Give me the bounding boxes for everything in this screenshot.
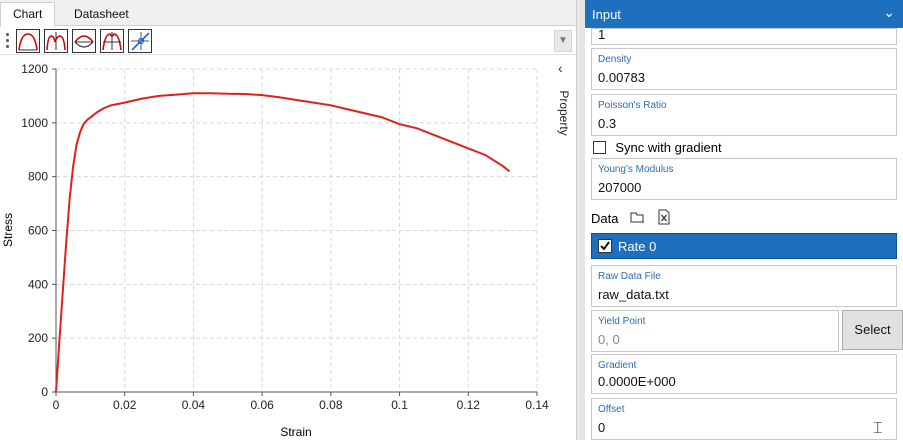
x-tick-label: 0.02 — [113, 398, 137, 412]
yield-point-placeholder: 0, 0 — [598, 332, 620, 347]
app-window: Chart Datasheet ▼ 0 0.02 0.04 0.06 0.08 … — [0, 0, 903, 440]
tab-datasheet[interactable]: Datasheet — [62, 3, 141, 26]
raw-data-file-value: raw_data.txt — [598, 287, 669, 302]
yield-point-field[interactable]: Yield Point 0, 0 — [591, 310, 839, 352]
y-tick-label: 600 — [28, 224, 48, 238]
offset-field[interactable]: Offset 0 — [591, 398, 897, 440]
tab-bar: Chart Datasheet — [0, 0, 583, 27]
gradient-value: 0.0000E+000 — [598, 374, 676, 389]
data-label: Data — [591, 211, 619, 226]
chevron-left-icon[interactable]: ‹ — [558, 60, 563, 76]
input-pane: Input ⌄ 1 Density 0.00783 Poisson's Rati… — [585, 0, 903, 440]
open-folder-icon[interactable] — [630, 210, 646, 227]
poisson-ratio-label: Poisson's Ratio — [598, 100, 667, 111]
x-tick-label: 0.14 — [525, 398, 549, 412]
rate-label: Rate 0 — [618, 239, 657, 254]
input-panel-header[interactable]: Input ⌄ — [585, 0, 903, 28]
offset-value: 0 — [598, 420, 606, 435]
sync-with-gradient-label[interactable]: Sync with gradient — [615, 140, 721, 155]
y-tick-label: 0 — [41, 385, 48, 399]
y-tick-label: 1000 — [21, 116, 48, 130]
chart-style-3-icon[interactable] — [72, 29, 96, 53]
poisson-ratio-value: 0.3 — [598, 116, 617, 131]
chevron-down-icon[interactable]: ⌄ — [883, 4, 895, 21]
top-value: 1 — [598, 27, 606, 42]
youngs-modulus-label: Young's Modulus — [598, 164, 674, 175]
top-value-field[interactable]: 1 — [591, 27, 897, 45]
poisson-ratio-field[interactable]: Poisson's Ratio 0.3 — [591, 94, 897, 136]
toolbar-overflow-button[interactable]: ▼ — [554, 30, 572, 52]
property-side-tab[interactable]: ‹ Property — [552, 56, 576, 440]
excel-file-icon[interactable] — [657, 209, 671, 228]
data-section-header: Data — [591, 209, 671, 227]
y-tick-label: 400 — [28, 277, 48, 291]
chart-cursor-icon[interactable] — [128, 29, 152, 53]
toolbar-grip-icon[interactable] — [6, 33, 9, 49]
pane-splitter[interactable] — [576, 0, 585, 440]
y-axis-label: Stress — [1, 213, 15, 247]
youngs-modulus-field[interactable]: Young's Modulus 207000 — [591, 158, 897, 200]
series-line — [55, 92, 511, 393]
tab-chart[interactable]: Chart — [0, 2, 56, 27]
chart-pane: Chart Datasheet ▼ 0 0.02 0.04 0.06 0.08 … — [0, 0, 583, 440]
chart-style-1-icon[interactable] — [16, 29, 40, 53]
x-tick-label: 0.1 — [391, 398, 408, 412]
offset-label: Offset — [598, 404, 625, 415]
x-tick-label: 0 — [53, 398, 60, 412]
y-tick-label: 1200 — [21, 62, 48, 76]
density-field[interactable]: Density 0.00783 — [591, 48, 897, 90]
text-cursor-icon: ⌶ — [873, 420, 883, 437]
rate-checkbox[interactable] — [598, 239, 612, 253]
input-panel-title: Input — [592, 7, 621, 22]
sync-with-gradient-checkbox[interactable] — [593, 141, 606, 155]
x-tick-label: 0.12 — [457, 398, 481, 412]
yield-point-label: Yield Point — [598, 316, 646, 327]
chart-toolbar: ▼ — [0, 27, 576, 55]
density-value: 0.00783 — [598, 70, 645, 85]
youngs-modulus-value: 207000 — [598, 180, 642, 195]
y-tick-label: 200 — [28, 331, 48, 345]
property-tab-label[interactable]: Property — [557, 83, 571, 143]
density-label: Density — [598, 54, 632, 65]
raw-data-file-label: Raw Data File — [598, 271, 661, 282]
raw-data-file-field[interactable]: Raw Data File raw_data.txt — [591, 265, 897, 307]
chart-style-4-icon[interactable] — [100, 29, 124, 53]
gradient-label: Gradient — [598, 360, 637, 371]
x-axis-label: Strain — [280, 425, 311, 439]
chart-style-2-icon[interactable] — [44, 29, 68, 53]
stress-strain-chart: 0 0.02 0.04 0.06 0.08 0.1 0.12 0.14 0 200 400 600 80… — [1, 62, 549, 439]
x-tick-label: 0.08 — [319, 398, 343, 412]
sync-with-gradient-row: Sync with gradient — [593, 140, 722, 156]
select-button[interactable]: Select — [842, 310, 903, 350]
x-tick-label: 0.06 — [250, 398, 274, 412]
x-tick-label: 0.04 — [182, 398, 206, 412]
gradient-field[interactable]: Gradient 0.0000E+000 — [591, 354, 897, 394]
y-tick-label: 800 — [28, 170, 48, 184]
rate-list-item[interactable]: Rate 0 — [591, 233, 897, 259]
